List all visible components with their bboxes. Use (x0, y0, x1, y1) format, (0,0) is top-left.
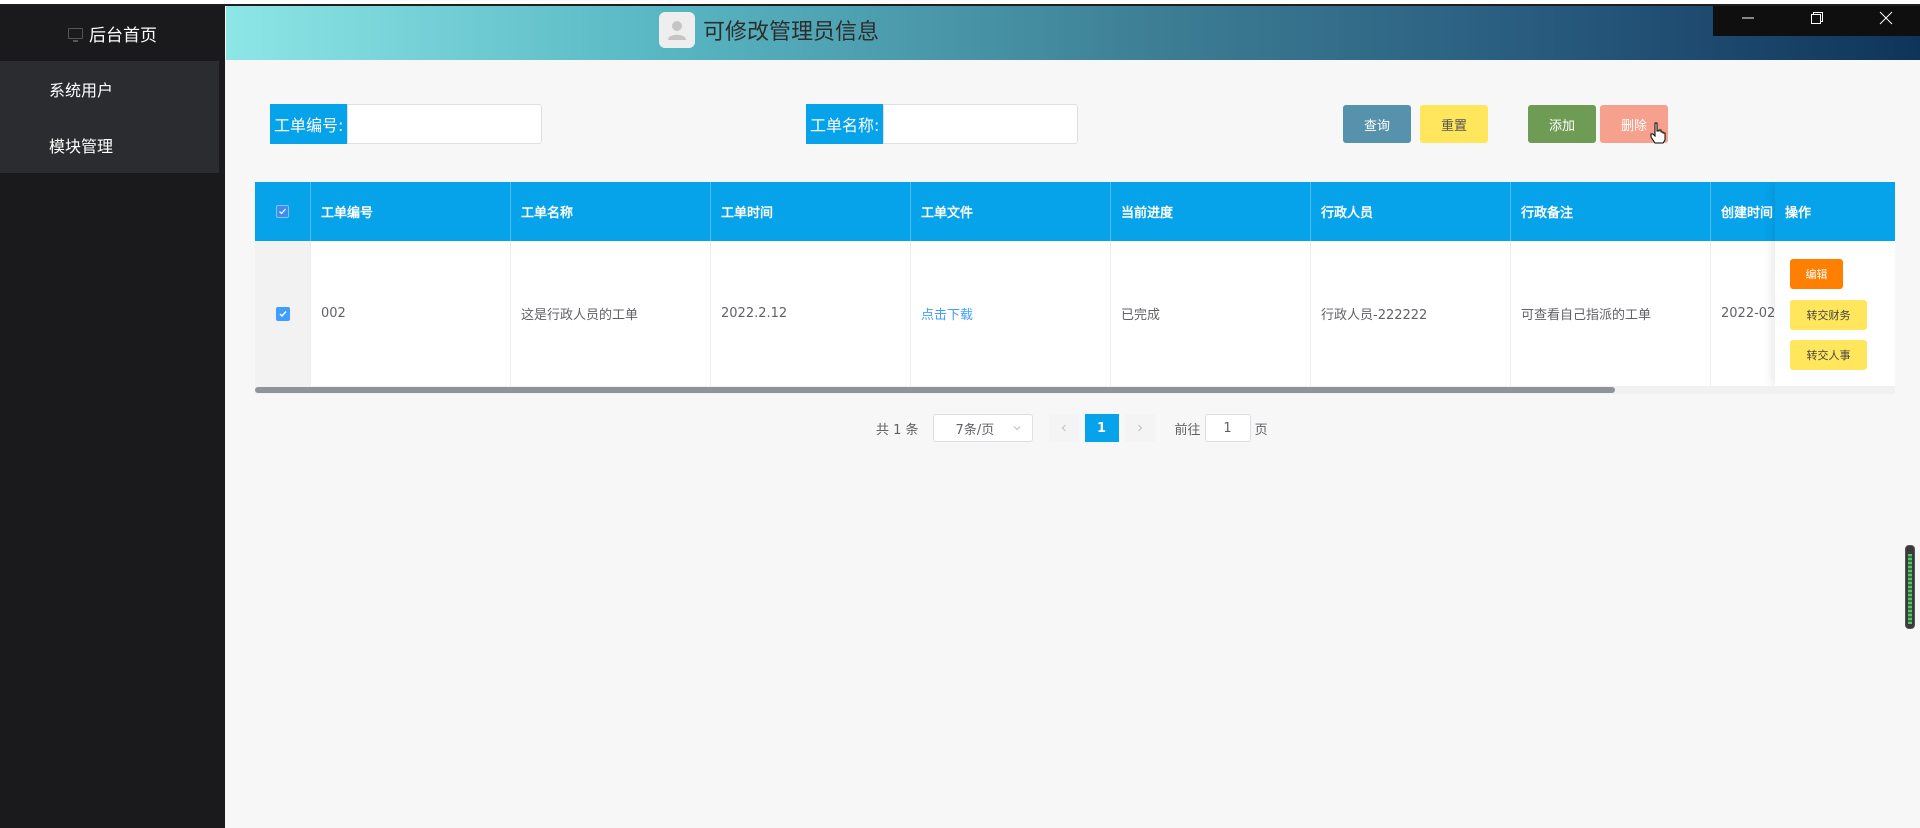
order-name-label: 工单名称: (806, 104, 884, 144)
operations-column: 操作 编辑 转交财务 转交人事 (1775, 182, 1895, 386)
row-select-cell[interactable] (255, 241, 311, 386)
sidebar: 后台首页 系统用户 模块管理 (0, 6, 225, 828)
row-checkbox[interactable] (275, 306, 290, 321)
column-header: 工单名称 (511, 182, 711, 241)
sidebar-menu: 系统用户 模块管理 (0, 61, 219, 173)
page-title: 可修改管理员信息 (703, 20, 880, 45)
goto-page-input[interactable]: 1 (1204, 414, 1251, 442)
restore-icon (1810, 12, 1823, 24)
column-header: 工单文件 (911, 182, 1111, 241)
query-button[interactable]: 查询 (1343, 105, 1411, 143)
transfer-hr-button[interactable]: 转交人事 (1790, 340, 1867, 370)
work-order-table: 工单编号 工单名称 工单时间 工单文件 当前进度 行政人员 行政备注 创建时间 … (255, 182, 1895, 394)
hand-cursor-icon (1650, 122, 1666, 144)
minimize-button[interactable] (1728, 3, 1768, 33)
goto-suffix: 页 (1254, 422, 1268, 438)
column-header: 工单编号 (311, 182, 511, 241)
select-all-checkbox[interactable] (276, 205, 289, 218)
sidebar-item-system-users[interactable]: 系统用户 (0, 61, 219, 117)
page-number-current[interactable]: 1 (1084, 414, 1119, 442)
order-no-search: 工单编号: (270, 104, 543, 144)
chevron-down-icon (1013, 426, 1020, 431)
transfer-finance-button[interactable]: 转交财务 (1790, 300, 1867, 330)
sidebar-home-label: 后台首页 (89, 26, 157, 46)
minimize-icon (1741, 17, 1754, 19)
sidebar-item-module-management[interactable]: 模块管理 (0, 117, 219, 173)
order-no-input[interactable] (347, 104, 543, 144)
operations-header: 操作 (1775, 182, 1895, 241)
select-all-cell[interactable] (255, 182, 311, 241)
remark-cell: 可查看自己指派的工单 (1511, 241, 1711, 386)
goto-prefix: 前往 (1174, 422, 1201, 438)
page-size-value: 7条/页 (955, 422, 995, 438)
vertical-scrollbar[interactable] (1905, 545, 1915, 629)
check-icon (279, 310, 287, 317)
order-name-input[interactable] (883, 104, 1079, 144)
horizontal-scrollbar-thumb[interactable] (255, 387, 1615, 393)
sidebar-home[interactable]: 后台首页 (0, 6, 225, 61)
column-header: 行政备注 (1511, 182, 1711, 241)
pagination-total: 共 1 条 (876, 422, 919, 438)
next-page-button[interactable] (1124, 414, 1155, 442)
goto-page: 前往 1 页 (1175, 414, 1268, 442)
sidebar-item-label: 模块管理 (49, 137, 114, 156)
chevron-left-icon (1061, 424, 1066, 432)
order-time-cell: 2022.2.12 (711, 241, 911, 386)
pagination: 共 1 条 7条/页 1 前往 1 页 (876, 414, 1268, 442)
close-button[interactable] (1866, 3, 1906, 33)
check-icon (279, 208, 286, 215)
restore-button[interactable] (1797, 3, 1837, 33)
column-header: 当前进度 (1111, 182, 1311, 241)
order-file-cell: 点击下载 (911, 241, 1111, 386)
edit-button[interactable]: 编辑 (1790, 259, 1843, 289)
user-icon (668, 21, 686, 40)
avatar (659, 12, 695, 48)
order-no-cell: 002 (311, 241, 511, 386)
close-icon (1879, 11, 1892, 25)
column-header: 工单时间 (711, 182, 911, 241)
header-title[interactable]: 可修改管理员信息 (659, 12, 879, 48)
window-top-border (0, 0, 1920, 6)
header: 可修改管理员信息 (226, 0, 1920, 60)
admin-cell: 行政人员-222222 (1311, 241, 1511, 386)
order-name-search: 工单名称: (806, 104, 1079, 144)
vertical-scrollbar-thumb[interactable] (1908, 554, 1912, 624)
order-no-label: 工单编号: (270, 104, 348, 144)
table-header: 工单编号 工单名称 工单时间 工单文件 当前进度 行政人员 行政备注 创建时间 (255, 182, 1895, 241)
chevron-right-icon (1137, 424, 1142, 432)
reset-button[interactable]: 重置 (1420, 105, 1488, 143)
prev-page-button[interactable] (1048, 414, 1079, 442)
download-link[interactable]: 点击下载 (921, 304, 973, 323)
sidebar-item-label: 系统用户 (49, 81, 114, 100)
order-name-cell: 这是行政人员的工单 (511, 241, 711, 386)
monitor-icon (68, 28, 83, 42)
table-row: 002 这是行政人员的工单 2022.2.12 点击下载 已完成 行政人员-22… (255, 241, 1895, 386)
horizontal-scrollbar[interactable] (255, 386, 1895, 394)
progress-cell: 已完成 (1111, 241, 1311, 386)
page-size-select[interactable]: 7条/页 (932, 414, 1033, 442)
column-header: 行政人员 (1311, 182, 1511, 241)
add-button[interactable]: 添加 (1528, 105, 1596, 143)
